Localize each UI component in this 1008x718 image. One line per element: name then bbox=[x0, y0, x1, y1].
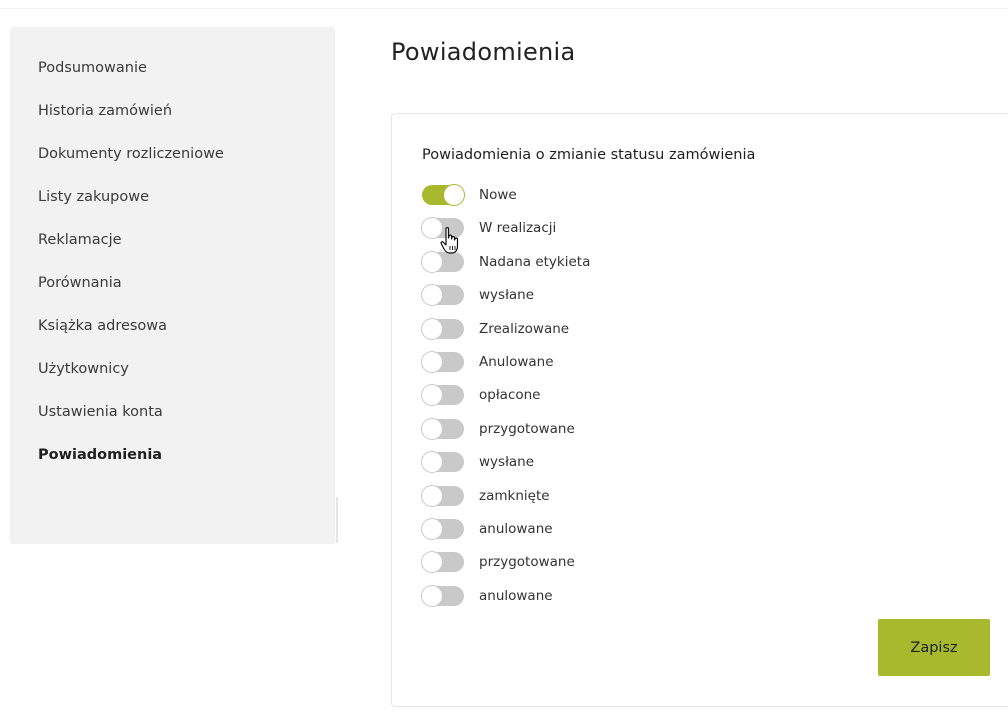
toggle-label: Anulowane bbox=[479, 353, 554, 370]
toggle-row: anulowane bbox=[422, 518, 590, 552]
notifications-card: Powiadomienia o zmianie statusu zamówien… bbox=[391, 113, 1008, 707]
toggle-row: wysłane bbox=[422, 452, 590, 485]
toggle-label: przygotowane bbox=[479, 554, 575, 571]
sidebar-item-ustawienia-konta[interactable]: Ustawienia konta bbox=[38, 399, 224, 442]
toggle-knob bbox=[422, 518, 442, 539]
toggle-row: Anulowane bbox=[422, 351, 590, 385]
toggle-knob bbox=[422, 485, 442, 506]
toggle-row: anulowane bbox=[422, 585, 590, 619]
toggle-switch[interactable] bbox=[422, 385, 464, 406]
sidebar-scrollbar[interactable] bbox=[336, 497, 338, 543]
toggle-row: Zrealizowane bbox=[422, 318, 590, 352]
hand-pointer-icon bbox=[440, 227, 459, 254]
toggle-row: zamknięte bbox=[422, 485, 590, 519]
toggle-knob bbox=[422, 418, 442, 439]
toggle-label: wysłane bbox=[479, 454, 535, 471]
page-title: Powiadomienia bbox=[391, 38, 576, 66]
toggle-knob bbox=[444, 185, 464, 205]
sidebar-item-historia-zamowien[interactable]: Historia zamówień bbox=[38, 98, 224, 141]
toggle-knob bbox=[422, 318, 442, 339]
toggle-knob bbox=[422, 285, 442, 306]
toggle-switch[interactable] bbox=[422, 452, 464, 473]
sidebar-item-ksiazka-adresowa[interactable]: Książka adresowa bbox=[38, 313, 224, 356]
toggle-label: Nadana etykieta bbox=[479, 253, 591, 270]
account-sidebar: Podsumowanie Historia zamówień Dokumenty… bbox=[10, 27, 338, 544]
toggle-label: zamknięte bbox=[479, 487, 550, 504]
toggle-switch[interactable] bbox=[422, 318, 464, 339]
toggle-label: opłacone bbox=[479, 387, 541, 404]
toggle-switch[interactable] bbox=[422, 518, 464, 539]
sidebar-item-podsumowanie[interactable]: Podsumowanie bbox=[38, 55, 224, 98]
toggle-label: W realizacji bbox=[479, 220, 557, 237]
toggle-row: Nowe bbox=[422, 185, 590, 218]
toggle-row: przygotowane bbox=[422, 418, 590, 452]
toggle-row: przygotowane bbox=[422, 552, 590, 585]
top-divider bbox=[0, 8, 1008, 9]
toggle-knob bbox=[422, 251, 442, 272]
sidebar-item-porownania[interactable]: Porównania bbox=[38, 270, 224, 313]
toggle-switch[interactable] bbox=[422, 285, 464, 306]
toggle-label: Zrealizowane bbox=[479, 320, 570, 337]
toggle-row: Nadana etykieta bbox=[422, 251, 591, 285]
toggle-label: wysłane bbox=[479, 287, 535, 304]
toggle-switch[interactable] bbox=[422, 185, 464, 205]
toggle-row: opłacone bbox=[422, 385, 590, 418]
sidebar-item-listy-zakupowe[interactable]: Listy zakupowe bbox=[38, 184, 224, 227]
toggle-knob bbox=[422, 585, 442, 606]
sidebar-item-uzytkownicy[interactable]: Użytkownicy bbox=[38, 356, 224, 399]
toggle-knob bbox=[422, 452, 442, 473]
toggle-switch[interactable] bbox=[422, 351, 464, 372]
toggle-knob bbox=[422, 385, 442, 406]
toggle-switch[interactable] bbox=[422, 585, 464, 606]
toggle-switch[interactable] bbox=[422, 552, 464, 573]
toggle-switch[interactable] bbox=[422, 418, 464, 439]
sidebar-item-dokumenty-rozliczeniowe[interactable]: Dokumenty rozliczeniowe bbox=[38, 141, 224, 184]
sidebar-item-reklamacje[interactable]: Reklamacje bbox=[38, 227, 224, 270]
toggle-knob bbox=[422, 552, 442, 573]
toggle-label: anulowane bbox=[479, 587, 553, 604]
toggle-row: wysłane bbox=[422, 285, 590, 318]
toggle-knob bbox=[422, 351, 442, 372]
save-button[interactable]: Zapisz bbox=[878, 619, 990, 676]
toggle-switch[interactable] bbox=[422, 485, 464, 506]
toggle-label: Nowe bbox=[479, 187, 517, 203]
section-title: Powiadomienia o zmianie statusu zamówien… bbox=[422, 147, 756, 163]
sidebar-menu: Podsumowanie Historia zamówień Dokumenty… bbox=[38, 55, 224, 485]
toggle-label: anulowane bbox=[479, 520, 553, 537]
toggle-knob bbox=[422, 218, 442, 239]
sidebar-item-powiadomienia[interactable]: Powiadomienia bbox=[38, 442, 224, 485]
toggle-label: przygotowane bbox=[479, 420, 575, 437]
